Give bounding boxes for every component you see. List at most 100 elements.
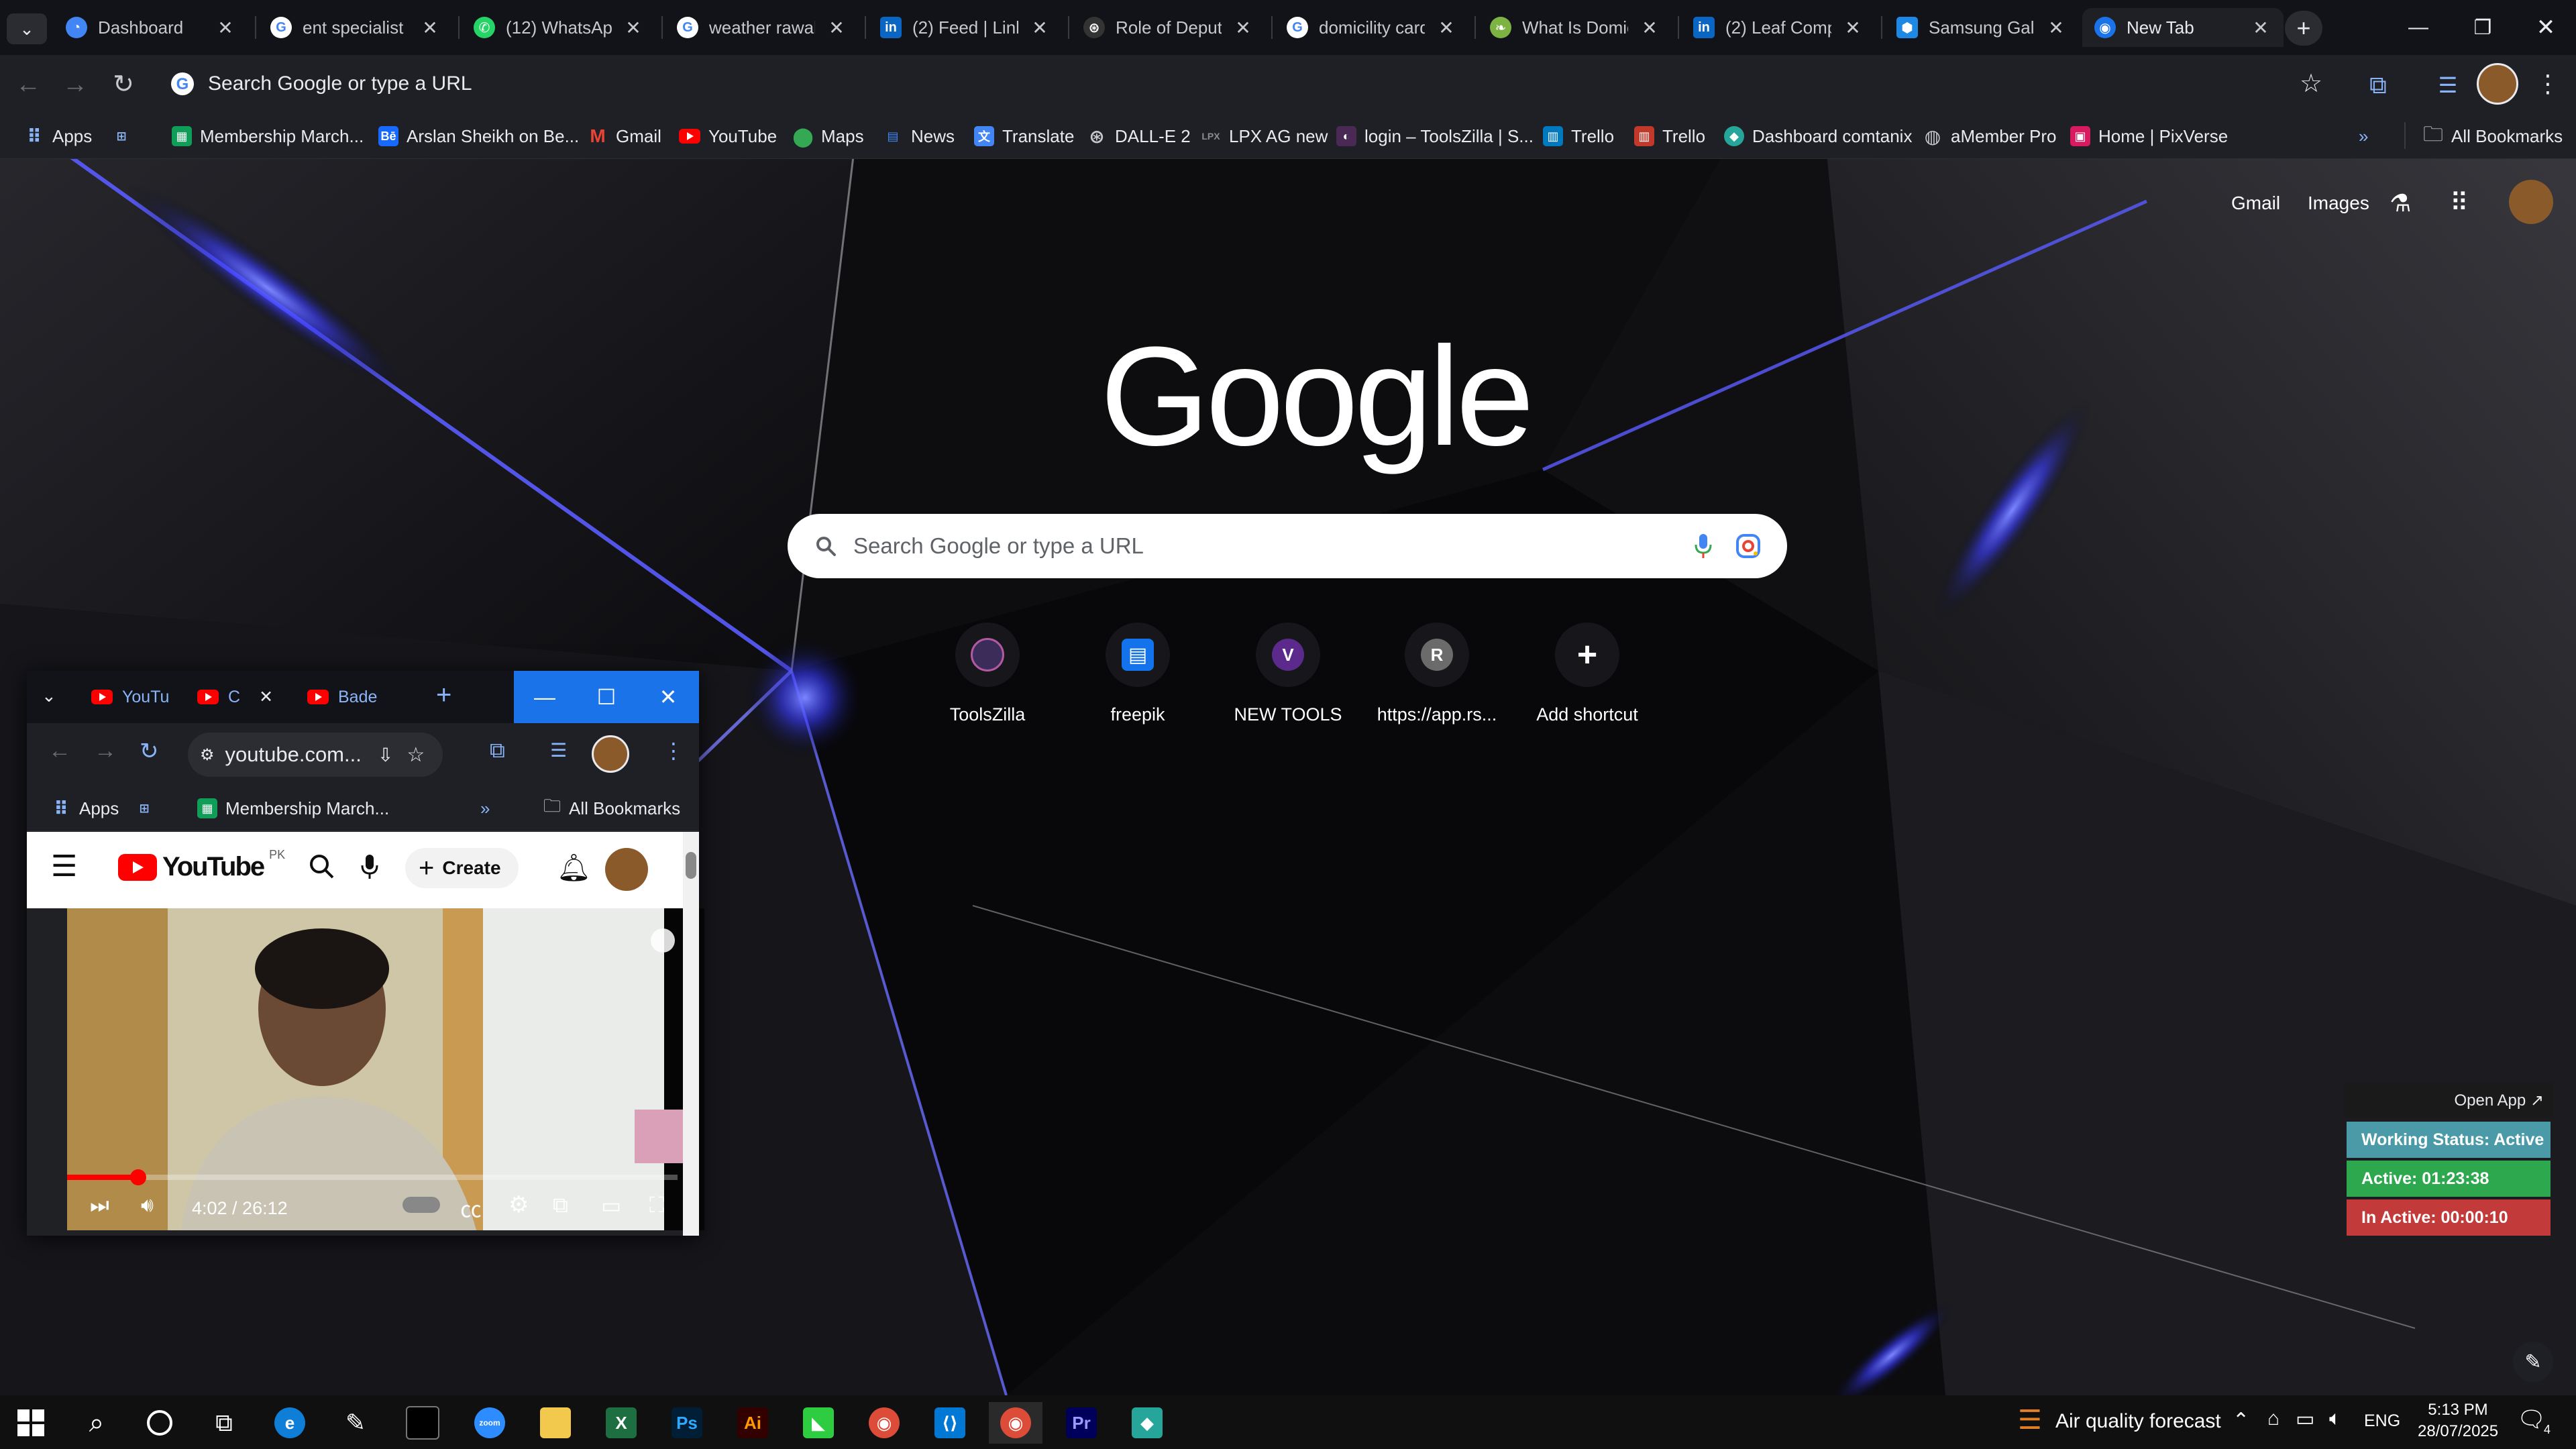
close-icon[interactable]: ✕ bbox=[215, 17, 236, 39]
youtube-menu-button[interactable]: ☰ bbox=[51, 852, 77, 881]
mini-maximize-button[interactable]: ☐ bbox=[576, 671, 637, 723]
scrollbar[interactable] bbox=[683, 832, 699, 1236]
close-icon[interactable]: ✕ bbox=[826, 17, 847, 39]
profile-avatar[interactable] bbox=[2477, 63, 2518, 105]
bookmark-apps[interactable]: ⠿ Apps bbox=[24, 123, 92, 149]
taskbar-vscode[interactable]: ⟨⟩ bbox=[923, 1402, 977, 1444]
taskbar-teal-app[interactable]: ◆ bbox=[1120, 1402, 1174, 1444]
bookmark-dalle[interactable]: ⊛ DALL-E 2 bbox=[1087, 123, 1190, 149]
task-view-button[interactable]: ⧉ bbox=[197, 1402, 251, 1444]
restore-button[interactable]: ❐ bbox=[2453, 0, 2513, 55]
customize-chrome-button[interactable]: ✎ bbox=[2513, 1342, 2553, 1382]
taskbar-file-explorer[interactable] bbox=[529, 1402, 582, 1444]
close-icon[interactable]: ✕ bbox=[1232, 17, 1254, 39]
tab-dashboard[interactable]: ◔ Dashboard ✕ bbox=[54, 8, 248, 47]
open-app-button[interactable]: Open App ↗ bbox=[2344, 1083, 2553, 1118]
close-icon[interactable]: ✕ bbox=[623, 17, 644, 39]
install-icon[interactable]: ⇩ bbox=[378, 744, 393, 766]
media-controls-button[interactable]: ☰ bbox=[2431, 68, 2465, 102]
google-apps-button[interactable]: ⠿ bbox=[2450, 188, 2469, 218]
bookmark-translate[interactable]: 文 Translate bbox=[974, 123, 1074, 149]
bookmarks-overflow-button[interactable]: » bbox=[2359, 123, 2368, 149]
bookmark-behance[interactable]: Bē Arslan Sheikh on Be... bbox=[378, 123, 579, 149]
tab-new-tab[interactable]: ◉ New Tab ✕ bbox=[2082, 8, 2284, 47]
tab-ent-specialist[interactable]: G ent specialist b ✕ bbox=[258, 8, 453, 47]
tab-role-of-deputy[interactable]: ⊛ Role of Deputy ✕ bbox=[1071, 8, 1266, 47]
mini-extensions-button[interactable]: ⧉ bbox=[490, 738, 505, 763]
gmail-link[interactable]: Gmail bbox=[2231, 193, 2280, 214]
bookmark-trello[interactable]: ▥ Trello bbox=[1543, 123, 1614, 149]
shortcut-app-rs[interactable]: R https://app.rs... bbox=[1370, 623, 1504, 725]
taskbar-terminal[interactable] bbox=[396, 1402, 449, 1444]
omnibox[interactable]: G Search Google or type a URL bbox=[161, 60, 2294, 107]
shortcut-new-tools[interactable]: V NEW TOOLS bbox=[1221, 623, 1355, 725]
mini-tab-youtube-2[interactable]: C ✕ bbox=[197, 680, 273, 714]
mini-forward-button[interactable]: → bbox=[94, 738, 117, 764]
account-avatar[interactable] bbox=[2509, 180, 2553, 224]
bookmark-youtube[interactable]: YouTube bbox=[679, 123, 777, 149]
settings-button[interactable]: ⚙ bbox=[508, 1191, 529, 1218]
taskbar-pen[interactable]: ✎ bbox=[329, 1402, 382, 1444]
mini-bookmark-apps[interactable]: ⠿ Apps bbox=[51, 796, 119, 821]
youtube-logo[interactable]: YouTube PK bbox=[118, 848, 285, 882]
close-icon[interactable]: ✕ bbox=[1029, 17, 1051, 39]
tab-search-button[interactable]: ⌄ bbox=[7, 13, 47, 44]
tab-whatsapp[interactable]: ✆ (12) WhatsApp ✕ bbox=[462, 8, 656, 47]
back-button[interactable]: ← bbox=[13, 70, 43, 99]
mini-media-button[interactable]: ☰ bbox=[550, 739, 567, 761]
taskbar-zoom[interactable]: zoom bbox=[463, 1402, 517, 1444]
bookmark-trello-2[interactable]: ▥ Trello bbox=[1634, 123, 1705, 149]
close-icon[interactable]: ✕ bbox=[2045, 17, 2067, 39]
youtube-search-button[interactable] bbox=[307, 852, 337, 885]
close-icon[interactable]: ✕ bbox=[1436, 17, 1457, 39]
notification-center-button[interactable]: 🗨︎ 4 bbox=[2517, 1406, 2552, 1437]
tab-leaf-complaint[interactable]: in (2) Leaf Compl ✕ bbox=[1681, 8, 1876, 47]
shortcut-freepik[interactable]: ▤ freepik bbox=[1071, 623, 1205, 725]
taskbar-edge[interactable]: e bbox=[263, 1402, 317, 1444]
youtube-notifications-button[interactable]: 🔔︎ bbox=[557, 852, 591, 883]
extensions-button[interactable]: ⧉ bbox=[2361, 68, 2395, 102]
taskbar-chrome[interactable]: ◉ bbox=[857, 1402, 911, 1444]
bookmark-comtanix[interactable]: ◆ Dashboard comtanix bbox=[1724, 123, 1912, 149]
search-button[interactable]: ⌕ bbox=[70, 1402, 123, 1444]
scrollbar-thumb[interactable] bbox=[686, 852, 696, 879]
bookmark-toolszilla[interactable]: ◐ login – ToolsZilla | S... bbox=[1336, 123, 1534, 149]
start-button[interactable] bbox=[4, 1402, 58, 1444]
close-icon[interactable]: ✕ bbox=[2250, 17, 2271, 39]
bookmark-membership[interactable]: ▦ Membership March... bbox=[172, 123, 364, 149]
meet-now-icon[interactable]: ⌂ bbox=[2267, 1407, 2279, 1430]
all-bookmarks-button[interactable]: 🗀 All Bookmarks bbox=[2423, 123, 2563, 149]
close-icon[interactable]: ✕ bbox=[1639, 17, 1660, 39]
add-shortcut-button[interactable]: + Add shortcut bbox=[1520, 623, 1654, 725]
google-lens-icon[interactable] bbox=[1735, 533, 1762, 559]
new-tab-button[interactable]: + bbox=[2285, 11, 2322, 46]
mini-new-tab-button[interactable]: + bbox=[436, 680, 451, 710]
labs-flask-button[interactable]: ⚗ bbox=[2390, 189, 2411, 217]
show-hidden-icons-button[interactable]: ⌃ bbox=[2233, 1409, 2249, 1432]
mini-bookmark-grid[interactable]: ⊞ bbox=[134, 796, 154, 821]
youtube-voice-search-button[interactable] bbox=[360, 852, 380, 885]
taskbar-premiere[interactable]: Pr bbox=[1055, 1402, 1108, 1444]
bookmark-star-button[interactable]: ☆ bbox=[2294, 67, 2328, 101]
minimize-button[interactable]: — bbox=[2388, 0, 2449, 55]
tab-samsung[interactable]: ⬢ Samsung Galax ✕ bbox=[1884, 8, 2079, 47]
input-language[interactable]: ENG bbox=[2364, 1411, 2400, 1431]
mini-back-button[interactable]: ← bbox=[48, 738, 71, 764]
volume-icon[interactable]: 🔈︎ bbox=[2329, 1407, 2341, 1430]
chrome-menu-button[interactable]: ⋮ bbox=[2536, 67, 2560, 101]
fullscreen-button[interactable]: ⛶ bbox=[649, 1193, 664, 1218]
mini-tab-youtube[interactable]: YouTu bbox=[91, 680, 169, 714]
tab-linkedin-feed[interactable]: in (2) Feed | Linke ✕ bbox=[868, 8, 1063, 47]
mini-tab-bade[interactable]: Bade bbox=[307, 680, 377, 714]
cortana-button[interactable] bbox=[133, 1402, 186, 1444]
next-button[interactable]: ⏭ bbox=[90, 1193, 109, 1218]
mini-menu-button[interactable]: ⋮ bbox=[663, 738, 684, 763]
tab-weather[interactable]: G weather rawalp ✕ bbox=[665, 8, 859, 47]
bookmark-pixverse[interactable]: ▣ Home | PixVerse bbox=[2070, 123, 2228, 149]
mini-omnibox[interactable]: ⚙ youtube.com... ⇩ ☆ bbox=[188, 733, 443, 777]
close-icon[interactable]: ✕ bbox=[419, 17, 441, 39]
reload-button[interactable]: ↻ bbox=[109, 70, 138, 99]
star-icon[interactable]: ☆ bbox=[407, 743, 425, 767]
mini-bookmark-membership[interactable]: ▦ Membership March... bbox=[197, 796, 389, 821]
mini-all-bookmarks[interactable]: 🗀 All Bookmarks bbox=[543, 796, 680, 821]
